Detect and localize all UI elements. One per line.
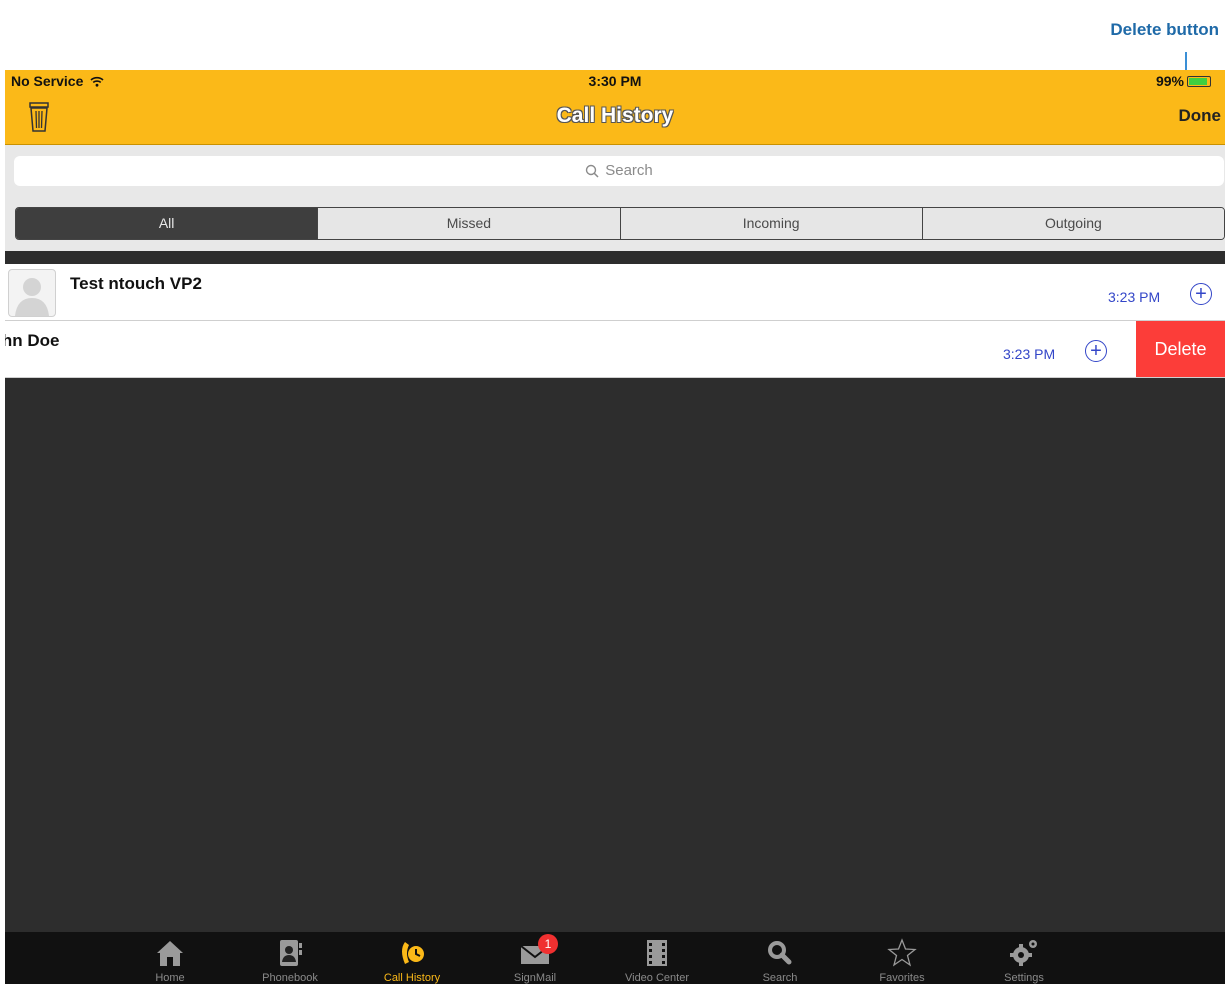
unread-badge: 1 bbox=[538, 934, 558, 954]
tab-label: Video Center bbox=[624, 972, 689, 984]
tab-call-history[interactable]: Call History bbox=[357, 932, 467, 984]
page-title: Call History bbox=[556, 104, 674, 127]
tab-label: SignMail bbox=[513, 972, 557, 984]
call-time: 3:23 PM bbox=[1003, 346, 1056, 362]
done-button[interactable]: Done bbox=[1179, 106, 1222, 126]
tab-label: Favorites bbox=[879, 972, 925, 984]
battery-percent: 99% bbox=[1155, 73, 1184, 89]
add-contact-button[interactable]: + bbox=[1190, 283, 1212, 305]
tab-label: Call History bbox=[383, 972, 441, 984]
call-row[interactable]: Test ntouch VP2 3:23 PM + bbox=[5, 264, 1225, 321]
tab-signmail[interactable]: 1 SignMail bbox=[480, 932, 590, 984]
tab-label: Search bbox=[762, 972, 798, 984]
phonebook-icon bbox=[280, 940, 302, 966]
call-row-swiped[interactable]: John Doe 3:23 PM + Delete bbox=[5, 321, 1225, 378]
tab-settings[interactable]: Settings bbox=[969, 932, 1079, 984]
tab-search[interactable]: Search bbox=[725, 932, 835, 984]
search-placeholder: Search bbox=[605, 162, 653, 179]
segment-all[interactable]: All bbox=[16, 208, 318, 239]
call-time: 3:23 PM bbox=[1108, 289, 1161, 305]
caller-name: John Doe bbox=[5, 331, 60, 350]
tab-favorites[interactable]: Favorites bbox=[847, 932, 957, 984]
add-contact-button[interactable]: + bbox=[1085, 340, 1107, 362]
segment-incoming[interactable]: Incoming bbox=[619, 208, 922, 239]
tab-label: Phonebook bbox=[262, 972, 318, 984]
navigation-bar: Call History Done bbox=[5, 92, 1225, 145]
filter-segmented-control: All Missed Incoming Outgoing bbox=[15, 207, 1225, 240]
avatar bbox=[8, 269, 56, 317]
section-divider bbox=[5, 251, 1225, 264]
segment-outgoing[interactable]: Outgoing bbox=[921, 208, 1224, 239]
video-center-icon bbox=[647, 940, 667, 966]
person-placeholder-icon bbox=[15, 278, 49, 316]
status-battery: 99% bbox=[1156, 73, 1211, 89]
magnifier-icon bbox=[586, 164, 599, 178]
annotation-label: Delete button bbox=[1110, 20, 1219, 39]
search-icon bbox=[768, 941, 792, 965]
tab-bar: Home Phonebook Call History 1 SignMail V… bbox=[5, 932, 1225, 984]
favorites-icon bbox=[887, 938, 917, 967]
device-screen: No Service 3:30 PM 99% Call History Done bbox=[5, 70, 1225, 984]
search-input[interactable]: Search bbox=[14, 156, 1224, 186]
tab-home[interactable]: Home bbox=[115, 932, 225, 984]
tab-label: Settings bbox=[1004, 972, 1044, 984]
segment-missed[interactable]: Missed bbox=[317, 208, 620, 239]
status-bar: No Service 3:30 PM 99% bbox=[5, 70, 1225, 92]
battery-icon bbox=[1187, 75, 1211, 87]
home-icon bbox=[157, 941, 183, 966]
settings-icon bbox=[1010, 940, 1037, 966]
delete-button[interactable]: Delete bbox=[1136, 321, 1225, 377]
tab-label: Home bbox=[155, 972, 185, 984]
tab-video-center[interactable]: Video Center bbox=[602, 932, 712, 984]
status-time: 3:30 PM bbox=[588, 73, 642, 89]
tab-phonebook[interactable]: Phonebook bbox=[235, 932, 345, 984]
caller-name: Test ntouch VP2 bbox=[70, 274, 202, 293]
call-history-icon bbox=[402, 942, 424, 964]
